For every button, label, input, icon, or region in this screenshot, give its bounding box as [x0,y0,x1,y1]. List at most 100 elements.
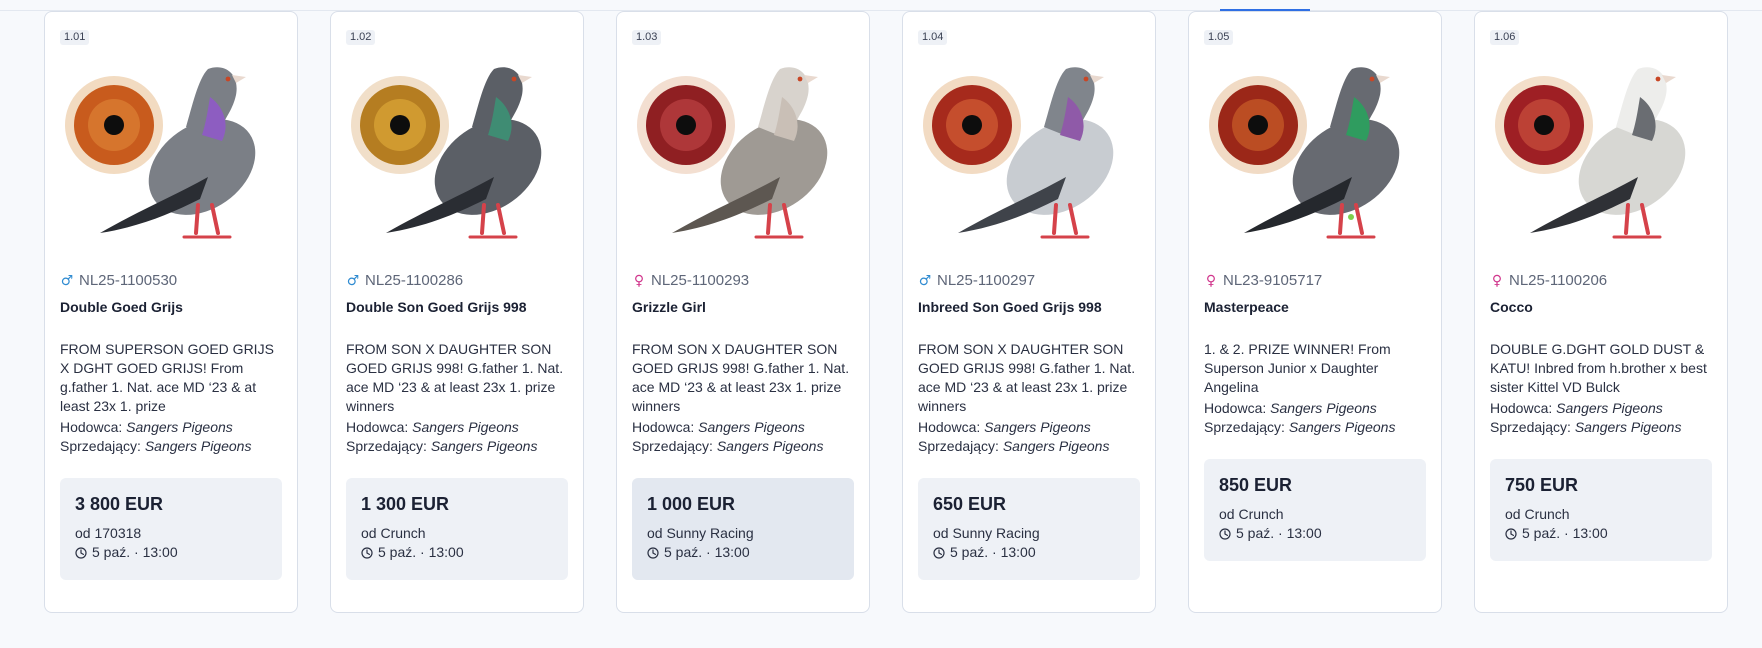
pigeon-name[interactable]: Masterpeace [1204,297,1426,317]
seller-name: Sangers Pigeons [144,438,252,454]
current-price: 1 000 EUR [647,494,736,514]
breeder-seller-info: Hodowca: Sangers Pigeons Sprzedający: Sa… [1204,399,1426,437]
seller-name: Sangers Pigeons [1002,438,1110,454]
pigeon-photo[interactable] [1204,45,1428,255]
lot-number-badge: 1.01 [60,30,90,45]
lot-card[interactable]: 1.02 ♂ NL25-1100286 Double Son Goed Grij… [330,11,584,613]
pigeon-name[interactable]: Double Goed Grijs [60,297,282,317]
lot-card[interactable]: 1.03 ♀ NL25-1100293 Grizzle Girl FROM SO… [616,11,870,613]
breeder-name: Sangers Pigeons [698,419,805,435]
pigeon-photo[interactable] [60,45,284,255]
clock-icon [361,546,373,559]
pigeon-image [637,67,828,239]
highest-bidder: od 170318 [75,525,142,541]
ring-number-row: ♀ NL25-1100293 [632,271,854,291]
auction-end-row: 5 paź. · 13:00 [361,543,553,562]
pigeon-name[interactable]: Double Son Goed Grijs 998 [346,297,568,317]
ring-number: NL25-1100286 [365,272,464,289]
breeder-name: Sangers Pigeons [1270,400,1377,416]
pigeon-image [65,67,256,239]
bid-summary[interactable]: 1 300 EUR od Crunch 5 paź. · 13:00 [346,478,568,580]
clock-icon [75,546,87,559]
lot-number-badge: 1.04 [918,30,948,45]
current-price: 750 EUR [1505,475,1579,495]
breeder-seller-info: Hodowca: Sangers Pigeons Sprzedający: Sa… [632,418,854,456]
current-price: 3 800 EUR [75,494,164,514]
pigeon-name[interactable]: Grizzle Girl [632,297,854,317]
seller-name: Sangers Pigeons [430,438,538,454]
highest-bidder: od Crunch [361,525,426,541]
auction-end-row: 5 paź. · 13:00 [647,543,839,562]
breeder-seller-info: Hodowca: Sangers Pigeons Sprzedający: Sa… [1490,399,1712,437]
clock-icon [647,546,659,559]
auction-end-row: 5 paź. · 13:00 [1505,524,1697,543]
sex-female-icon: ♀ [1491,273,1503,289]
lot-card[interactable]: 1.06 ♀ NL25-1100206 Cocco DOUBLE G.DGHT … [1474,11,1728,613]
lot-card[interactable]: 1.01 ♂ NL25-1100530 Double Goed Grijs FR… [44,11,298,613]
sex-male-icon: ♂ [346,273,360,289]
ring-number-row: ♀ NL25-1100206 [1490,271,1712,291]
auction-end-time: 5 paź. · 13:00 [92,544,178,560]
clock-icon [933,546,945,559]
lot-card-list: 1.01 ♂ NL25-1100530 Double Goed Grijs FR… [44,11,1728,613]
breeder-name: Sangers Pigeons [126,419,233,435]
lot-card[interactable]: 1.05 ♀ NL23-9105717 Masterpeace 1. & 2. … [1188,11,1442,613]
pigeon-photo[interactable] [346,45,570,255]
sex-male-icon: ♂ [60,273,74,289]
auction-end-row: 5 paź. · 13:00 [75,543,267,562]
bid-summary[interactable]: 1 000 EUR od Sunny Racing 5 paź. · 13:00 [632,478,854,580]
sex-female-icon: ♀ [1205,273,1217,289]
current-price: 850 EUR [1219,475,1293,495]
pigeon-photo[interactable] [918,45,1142,255]
lot-number-badge: 1.05 [1204,30,1234,45]
pigeon-description: DOUBLE G.DGHT GOLD DUST & KATU! Inbred f… [1490,341,1707,395]
breeder-label: Hodowca: [1204,400,1267,416]
auction-end-time: 5 paź. · 13:00 [950,544,1036,560]
auction-end-time: 5 paź. · 13:00 [1236,525,1322,541]
highest-bidder: od Sunny Racing [933,525,1040,541]
auction-end-time: 5 paź. · 13:00 [378,544,464,560]
highest-bidder: od Crunch [1219,506,1284,522]
breeder-label: Hodowca: [346,419,409,435]
ring-number: NL25-1100206 [1509,272,1608,289]
ring-number-row: ♂ NL25-1100297 [918,271,1140,291]
ring-number: NL25-1100293 [651,272,750,289]
breeder-label: Hodowca: [918,419,981,435]
ring-number: NL25-1100297 [937,272,1036,289]
highest-bidder: od Sunny Racing [647,525,754,541]
ring-number-row: ♂ NL25-1100286 [346,271,568,291]
breeder-name: Sangers Pigeons [984,419,1091,435]
pigeon-photo[interactable] [1490,45,1714,255]
lot-card[interactable]: 1.04 ♂ NL25-1100297 Inbreed Son Goed Gri… [902,11,1156,613]
current-price: 1 300 EUR [361,494,450,514]
bid-summary[interactable]: 650 EUR od Sunny Racing 5 paź. · 13:00 [918,478,1140,580]
bid-summary[interactable]: 750 EUR od Crunch 5 paź. · 13:00 [1490,459,1712,561]
pigeon-description: FROM SON X DAUGHTER SON GOED GRIJS 998! … [346,341,564,414]
breeder-label: Hodowca: [60,419,123,435]
pigeon-image [1209,67,1400,239]
lot-number-badge: 1.06 [1490,30,1520,45]
breeder-seller-info: Hodowca: Sangers Pigeons Sprzedający: Sa… [346,418,568,456]
lot-number-badge: 1.03 [632,30,662,45]
sex-male-icon: ♂ [918,273,932,289]
pigeon-image [351,67,542,239]
seller-name: Sangers Pigeons [1288,419,1396,435]
pigeon-photo[interactable] [632,45,856,255]
seller-label: Sprzedający: [346,438,427,454]
bid-summary[interactable]: 3 800 EUR od 170318 5 paź. · 13:00 [60,478,282,580]
seller-name: Sangers Pigeons [716,438,824,454]
pigeon-name[interactable]: Cocco [1490,297,1712,317]
lot-number-badge: 1.02 [346,30,376,45]
pigeon-name[interactable]: Inbreed Son Goed Grijs 998 [918,297,1140,317]
seller-name: Sangers Pigeons [1574,419,1682,435]
pigeon-description: FROM SUPERSON GOED GRIJS X DGHT GOED GRI… [60,341,274,414]
seller-label: Sprzedający: [1490,419,1571,435]
bid-summary[interactable]: 850 EUR od Crunch 5 paź. · 13:00 [1204,459,1426,561]
highest-bidder: od Crunch [1505,506,1570,522]
clock-icon [1219,527,1231,540]
current-price: 650 EUR [933,494,1007,514]
pigeon-image [923,67,1114,239]
ring-number: NL25-1100530 [79,272,178,289]
seller-label: Sprzedający: [918,438,999,454]
ring-number-row: ♂ NL25-1100530 [60,271,282,291]
